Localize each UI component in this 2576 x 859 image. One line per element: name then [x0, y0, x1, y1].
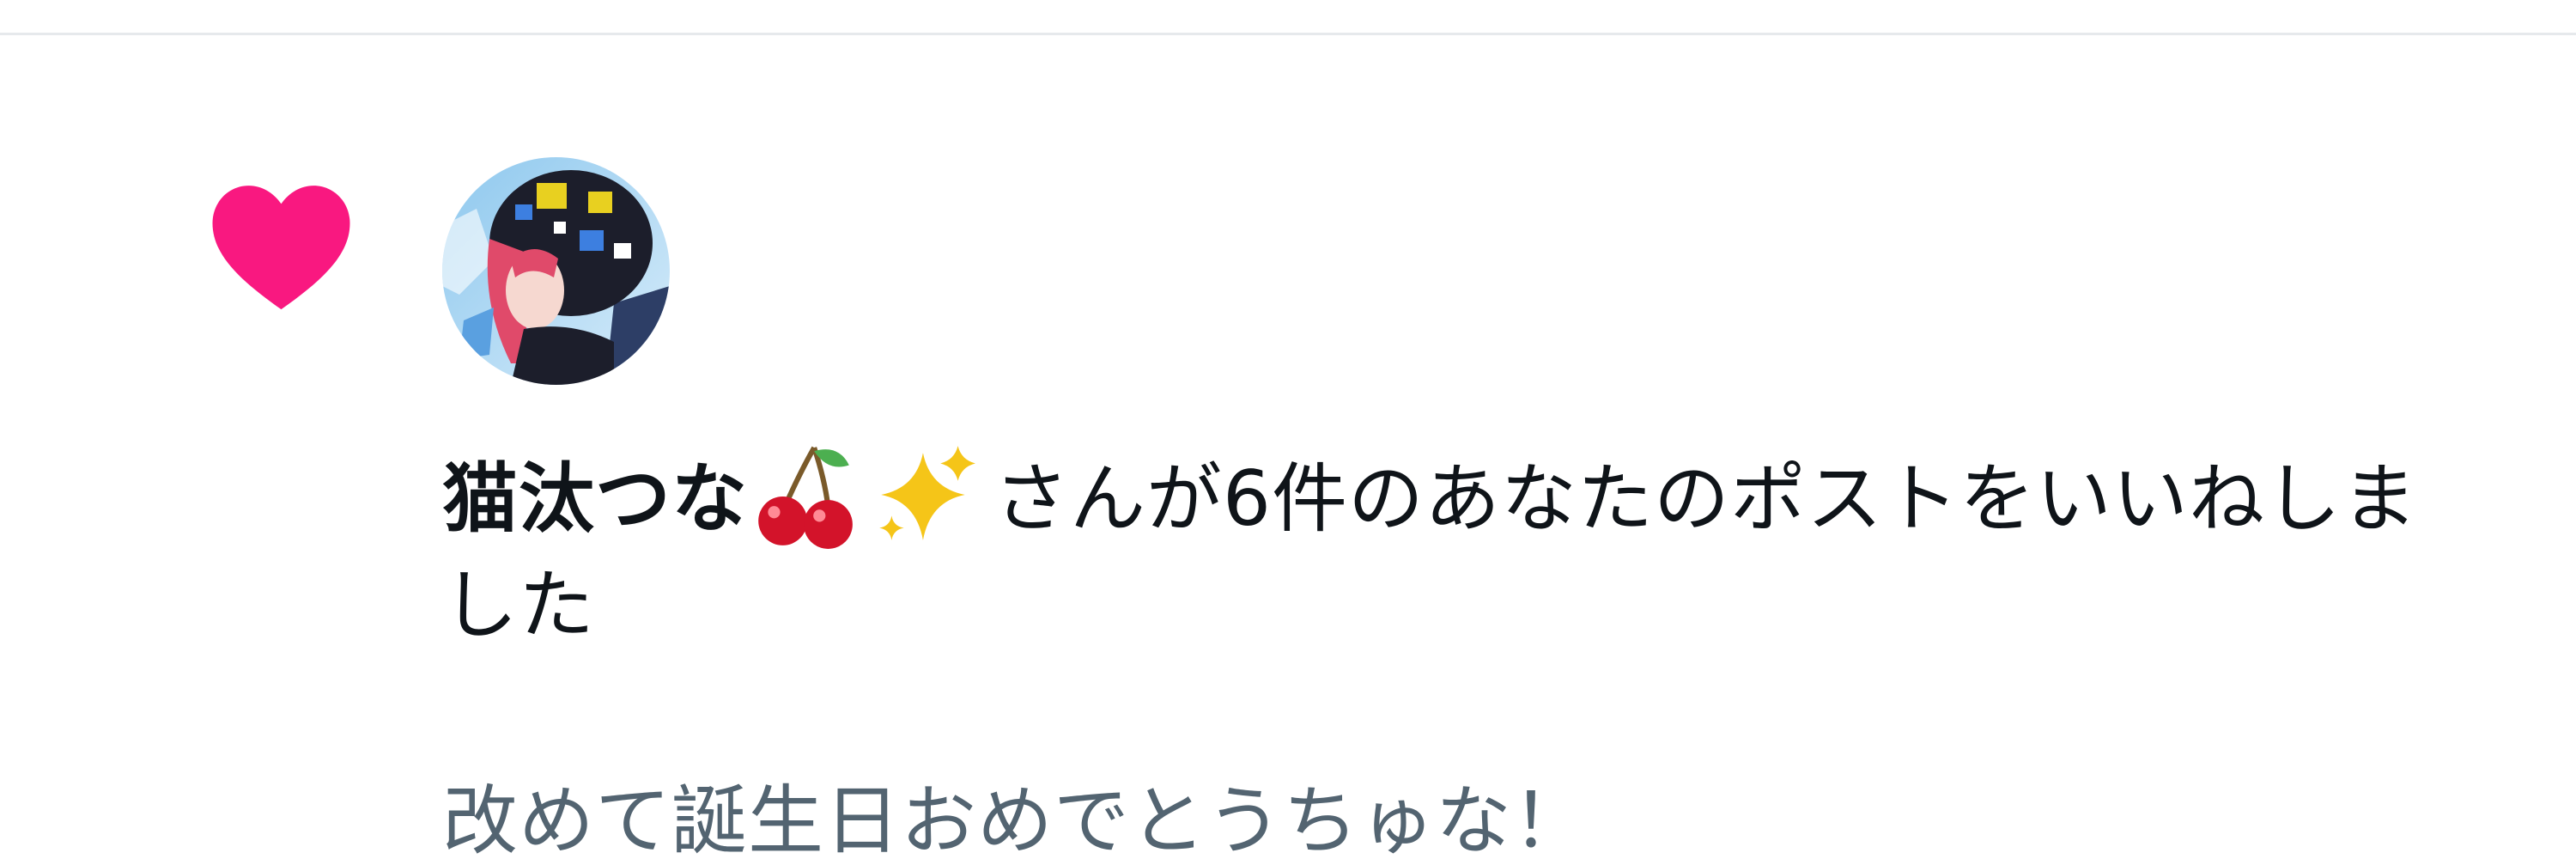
- cherries-icon: [758, 446, 853, 549]
- user-avatar[interactable]: [442, 157, 670, 385]
- like-notification[interactable]: 猫汰つな さんが6件のあなたのポストをいいねしました 改めて誕生日おめでとうちゅ…: [0, 35, 2576, 859]
- notification-message: 猫汰つな さんが6件のあなたのポストをいいねしました: [442, 439, 2443, 659]
- sparkles-icon: [879, 446, 975, 540]
- heart-icon: [212, 186, 350, 310]
- notifications-page: 猫汰つな さんが6件のあなたのポストをいいねしました 改めて誕生日おめでとうちゅ…: [0, 0, 2576, 859]
- user-name[interactable]: 猫汰つな: [442, 454, 748, 543]
- post-preview[interactable]: 改めて誕生日おめでとうちゅな！: [442, 770, 1589, 859]
